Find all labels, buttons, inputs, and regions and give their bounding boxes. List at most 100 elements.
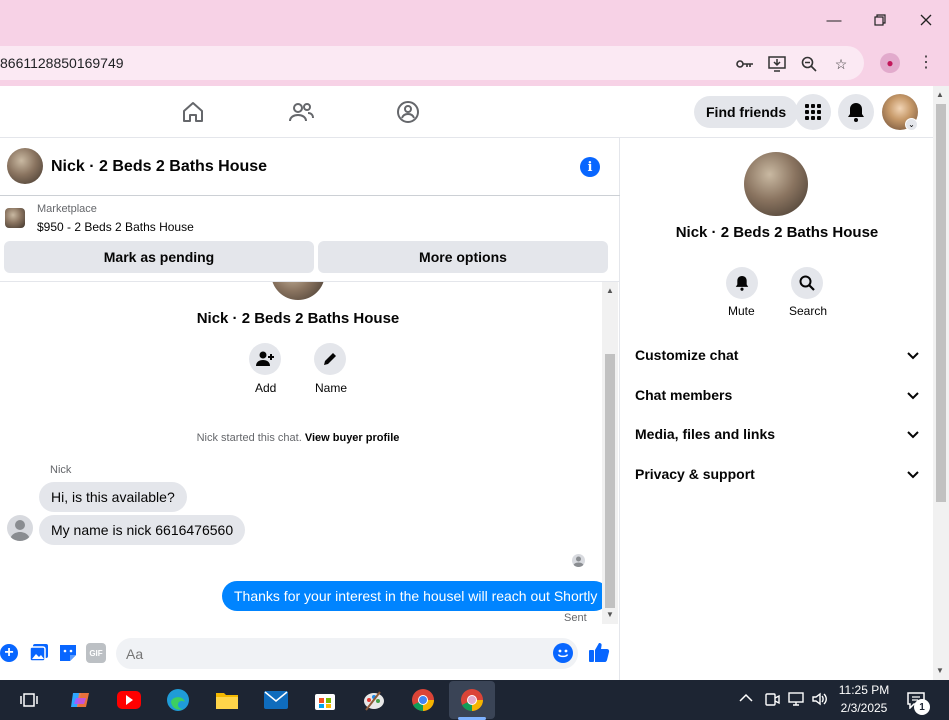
customize-chat-section[interactable]: Customize chat: [635, 343, 919, 367]
contact-avatar[interactable]: [7, 148, 43, 184]
chrome-active-window-icon[interactable]: [449, 681, 495, 719]
message-bubble-incoming[interactable]: My name is nick 6616476560: [39, 515, 246, 545]
marketplace-listing-bar: Marketplace $950 - 2 Beds 2 Baths House …: [0, 196, 620, 282]
intro-name: Nick · 2 Beds 2 Baths House: [196, 310, 400, 327]
message-scrollbar[interactable]: ▲ ▼: [602, 282, 618, 624]
search-label: Search: [789, 304, 828, 318]
info-icon[interactable]: i: [580, 157, 600, 177]
facebook-top-nav: Find friends ⌄: [0, 86, 933, 138]
listing-title[interactable]: $950 - 2 Beds 2 Baths House: [37, 220, 194, 234]
more-actions-plus-icon[interactable]: +: [0, 644, 18, 662]
section-label: Privacy & support: [635, 466, 755, 482]
volume-icon[interactable]: [811, 691, 829, 712]
menu-grid-icon[interactable]: [795, 94, 831, 130]
thumbs-up-icon[interactable]: [588, 641, 610, 668]
clock-time[interactable]: 11:25 PM: [836, 683, 892, 697]
bookmark-star-icon[interactable]: ☆: [831, 54, 851, 74]
browser-menu-icon[interactable]: ⋮: [918, 52, 934, 72]
sticker-icon[interactable]: [58, 643, 78, 668]
intro-avatar: [271, 282, 325, 300]
marketplace-label: Marketplace: [37, 203, 97, 215]
message-bubble-incoming[interactable]: Hi, is this available?: [39, 482, 187, 512]
chat-members-section[interactable]: Chat members: [635, 383, 919, 407]
close-window-icon[interactable]: [914, 8, 938, 32]
thread-scroll-down-icon[interactable]: ▼: [606, 610, 614, 619]
chat-started-line: Nick started this chat. View buyer profi…: [0, 432, 596, 444]
more-options-button[interactable]: More options: [318, 241, 608, 273]
show-hidden-icons-chevron-icon[interactable]: [739, 692, 753, 706]
notifications-bell-icon[interactable]: [838, 94, 874, 130]
page-scroll-thumb[interactable]: [936, 104, 946, 502]
notification-badge: 1: [914, 699, 930, 715]
section-label: Chat members: [635, 387, 733, 403]
browser-profile-icon[interactable]: ●: [880, 53, 900, 73]
friends-icon[interactable]: [287, 98, 315, 126]
message-composer: + GIF: [0, 628, 620, 680]
meet-now-icon[interactable]: [764, 691, 780, 712]
name-label: Name: [315, 381, 348, 395]
minimize-icon[interactable]: —: [822, 8, 846, 32]
chevron-down-icon: [907, 387, 919, 403]
message-input[interactable]: [116, 638, 578, 669]
scroll-down-icon[interactable]: ▼: [936, 666, 944, 675]
edit-name-icon[interactable]: [314, 343, 346, 375]
mute-bell-icon[interactable]: [726, 267, 758, 299]
find-friends-button[interactable]: Find friends: [694, 96, 799, 128]
clock-date[interactable]: 2/3/2025: [836, 701, 892, 715]
add-label: Add: [255, 381, 277, 395]
message-scroll-thumb[interactable]: [605, 354, 615, 608]
chat-window: Nick · 2 Beds 2 Baths House i Marketplac…: [0, 138, 620, 680]
mark-as-pending-button[interactable]: Mark as pending: [4, 241, 314, 273]
view-buyer-profile-link[interactable]: View buyer profile: [305, 432, 400, 444]
listing-thumbnail[interactable]: [5, 208, 25, 228]
groups-icon[interactable]: [394, 98, 422, 126]
emoji-icon[interactable]: [553, 643, 573, 663]
attach-photo-icon[interactable]: [29, 643, 49, 668]
chat-header: Nick · 2 Beds 2 Baths House i: [0, 138, 620, 196]
password-key-icon[interactable]: [735, 54, 755, 74]
section-label: Customize chat: [635, 347, 739, 363]
message-thread: Nick · 2 Beds 2 Baths House Add Name Nic…: [0, 282, 602, 624]
copilot-icon[interactable]: [66, 686, 94, 714]
mail-icon[interactable]: [262, 686, 290, 714]
section-label: Media, files and links: [635, 426, 776, 442]
file-explorer-icon[interactable]: [213, 686, 241, 714]
seen-avatar: [572, 554, 585, 567]
store-icon[interactable]: [311, 686, 339, 714]
page-scrollbar[interactable]: ▲ ▼: [933, 86, 949, 680]
mute-label: Mute: [728, 304, 755, 318]
add-person-icon[interactable]: [249, 343, 281, 375]
search-icon[interactable]: [791, 267, 823, 299]
sender-name: Nick: [50, 464, 72, 476]
sender-avatar[interactable]: [7, 515, 33, 541]
scroll-up-icon[interactable]: ▲: [936, 90, 944, 99]
message-bubble-outgoing[interactable]: Thanks for your interest in the housel w…: [222, 581, 602, 611]
gif-icon[interactable]: GIF: [86, 643, 106, 663]
task-view-icon[interactable]: [15, 686, 43, 714]
account-chevron-down-icon[interactable]: ⌄: [905, 118, 918, 131]
chevron-down-icon: [907, 347, 919, 363]
chevron-down-icon: [907, 426, 919, 442]
youtube-icon[interactable]: [115, 686, 143, 714]
edge-icon[interactable]: [164, 686, 192, 714]
install-app-icon[interactable]: [767, 54, 787, 74]
url-text[interactable]: 8661128850169749: [0, 55, 124, 71]
panel-contact-name: Nick · 2 Beds 2 Baths House: [675, 224, 879, 241]
address-bar[interactable]: 8661128850169749 ☆: [0, 46, 864, 80]
home-icon[interactable]: [179, 98, 207, 126]
chat-title[interactable]: Nick · 2 Beds 2 Baths House: [51, 158, 267, 176]
zoom-icon[interactable]: [799, 54, 819, 74]
restore-icon[interactable]: [868, 8, 892, 32]
network-icon[interactable]: [787, 691, 805, 712]
privacy-support-section[interactable]: Privacy & support: [635, 462, 919, 486]
media-files-links-section[interactable]: Media, files and links: [635, 422, 919, 446]
contact-profile-avatar[interactable]: [744, 152, 808, 216]
chrome-icon[interactable]: [409, 686, 437, 714]
chat-started-text: Nick started this chat.: [196, 432, 302, 444]
chat-info-panel: Nick · 2 Beds 2 Baths House Mute Search …: [621, 138, 933, 680]
paint-icon[interactable]: [360, 686, 388, 714]
browser-titlebar: —: [0, 0, 949, 40]
chevron-down-icon: [907, 466, 919, 482]
browser-toolbar: 8661128850169749 ☆ ● ⋮: [0, 40, 949, 86]
thread-scroll-up-icon[interactable]: ▲: [606, 286, 614, 295]
